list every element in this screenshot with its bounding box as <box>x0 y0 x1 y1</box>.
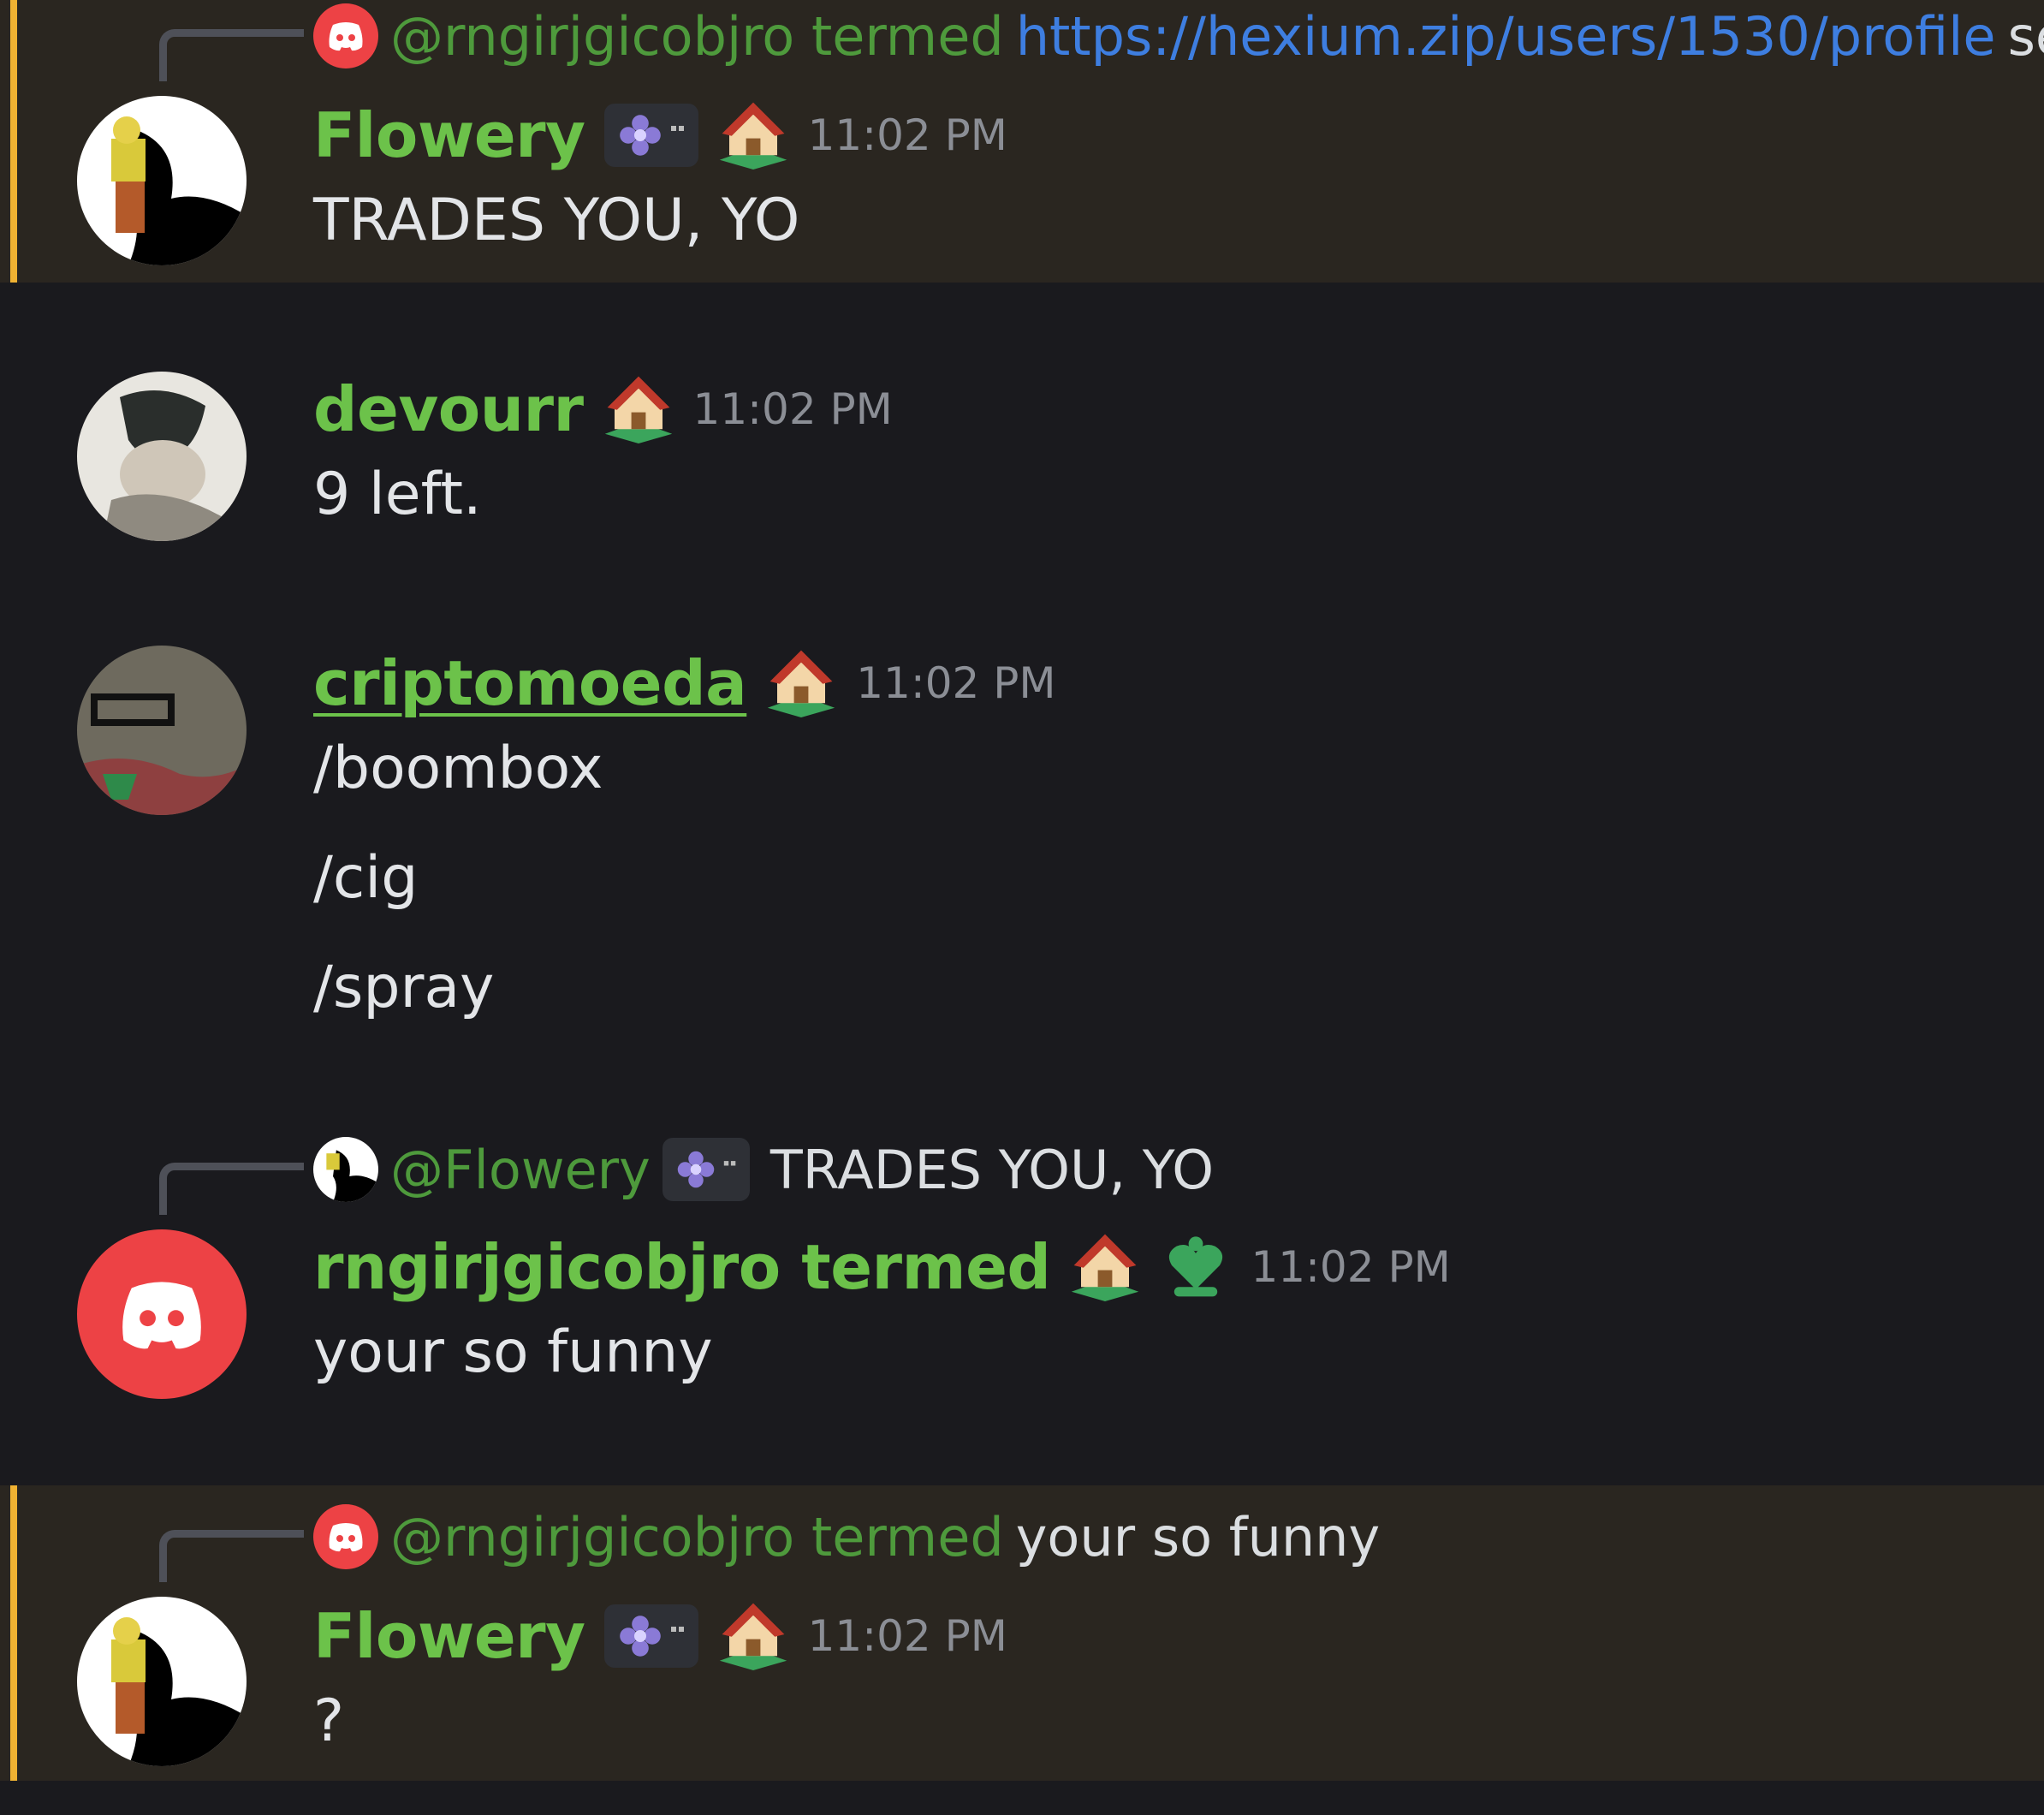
heart-role-icon[interactable] <box>1160 1229 1232 1305</box>
house-role-icon[interactable] <box>1069 1229 1141 1305</box>
username[interactable]: Flowery <box>313 99 585 171</box>
flower-badge-icon[interactable] <box>662 1138 750 1201</box>
message-header: Flowery 11:02 PM <box>313 1593 1007 1679</box>
house-role-icon[interactable] <box>603 372 674 447</box>
message-text: ? <box>313 1687 345 1755</box>
avatar <box>313 1137 378 1202</box>
message-text: /spray <box>313 954 495 1021</box>
username[interactable]: Flowery <box>313 1600 585 1672</box>
message-rngirjgicobjro[interactable]: @Flowery TRADES YOU, YO rngirjgicobjro t… <box>0 1104 2044 1481</box>
reply-author[interactable]: @rngirjgicobjro termed <box>390 5 1004 68</box>
house-role-icon[interactable] <box>717 98 789 173</box>
message-devourr[interactable]: devourr 11:02 PM 9 left. <box>0 283 2044 556</box>
message-criptomoeda[interactable]: criptomoeda 11:02 PM /boombox /cig /spra… <box>0 556 2044 1062</box>
message-flowery-1[interactable]: @rngirjgicobjro termed https://hexium.zi… <box>0 0 2044 283</box>
message-text: your so funny <box>313 1318 713 1386</box>
avatar[interactable] <box>77 1597 247 1766</box>
timestamp: 11:02 PM <box>807 110 1007 160</box>
message-flowery-2[interactable]: @rngirjgicobjro termed your so funny Flo… <box>0 1485 2044 1781</box>
reply-link[interactable]: https://hexium.zip/users/1530/profile <box>1016 5 1996 68</box>
reply-preview[interactable]: @Flowery TRADES YOU, YO <box>313 1134 2044 1205</box>
discord-icon <box>313 1504 378 1569</box>
reply-text: TRADES YOU, YO <box>769 1138 1215 1201</box>
reply-author[interactable]: @rngirjgicobjro termed <box>390 1506 1004 1568</box>
message-text: /boombox <box>313 735 603 802</box>
message-header: criptomoeda 11:02 PM <box>313 640 1056 726</box>
username[interactable]: devourr <box>313 373 584 445</box>
message-header: devourr 11:02 PM <box>313 366 893 452</box>
username[interactable]: rngirjgicobjro termed <box>313 1231 1051 1303</box>
flower-badge-icon[interactable] <box>603 104 698 167</box>
reply-text: sen <box>2007 4 2044 68</box>
message-text: TRADES YOU, YO <box>313 187 800 254</box>
house-role-icon[interactable] <box>765 646 837 721</box>
house-role-icon[interactable] <box>717 1598 789 1674</box>
reply-connector <box>159 1530 304 1582</box>
reply-connector <box>159 29 304 81</box>
discord-icon <box>313 3 378 68</box>
timestamp: 11:02 PM <box>1251 1242 1451 1292</box>
avatar[interactable] <box>77 96 247 265</box>
discord-icon[interactable] <box>77 1229 247 1399</box>
timestamp: 11:02 PM <box>692 384 893 434</box>
timestamp: 11:02 PM <box>807 1611 1007 1661</box>
message-header: rngirjgicobjro termed 11:02 PM <box>313 1224 1451 1310</box>
timestamp: 11:02 PM <box>856 658 1056 708</box>
avatar[interactable] <box>77 372 247 541</box>
reply-preview[interactable]: @rngirjgicobjro termed your so funny <box>313 1501 2044 1573</box>
reply-preview[interactable]: @rngirjgicobjro termed https://hexium.zi… <box>313 0 2044 72</box>
message-header: Flowery 11:02 PM <box>313 92 1007 178</box>
reply-text: your so funny <box>1015 1505 1381 1568</box>
flower-badge-icon[interactable] <box>603 1604 698 1668</box>
avatar[interactable] <box>77 646 247 815</box>
reply-connector <box>159 1163 304 1215</box>
username[interactable]: criptomoeda <box>313 647 747 719</box>
message-text: 9 left. <box>313 461 482 528</box>
message-text: /cig <box>313 844 419 912</box>
reply-author[interactable]: @Flowery <box>390 1139 651 1201</box>
